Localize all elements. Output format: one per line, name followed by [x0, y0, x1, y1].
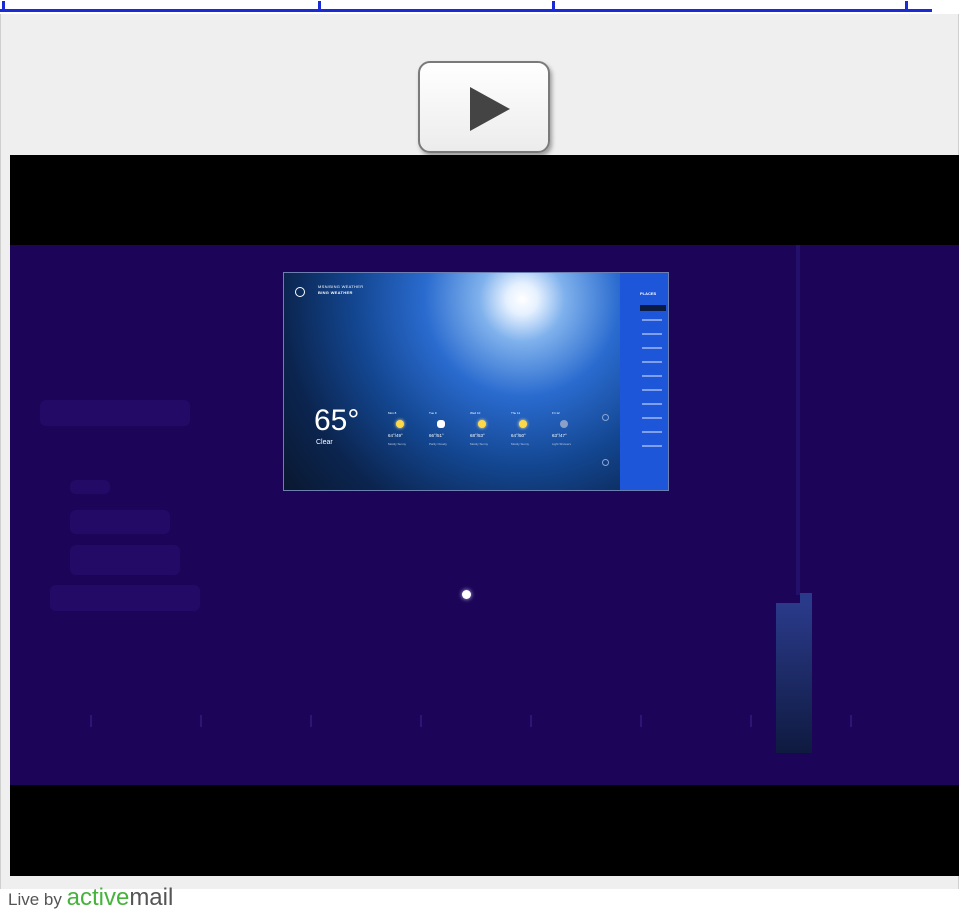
play-button[interactable] — [418, 61, 550, 153]
sun-icon — [478, 420, 486, 428]
forecast-day: Fri 12 63°/47° Light Showers — [552, 411, 588, 461]
weather-app-screenshot: MSN/BING WEATHER BING WEATHER 65° Clear … — [283, 272, 669, 491]
left-panel-blur — [40, 400, 190, 426]
sun-icon — [519, 420, 527, 428]
video-stage: MSN/BING WEATHER BING WEATHER 65° Clear … — [10, 245, 959, 785]
charms-item — [642, 417, 662, 419]
sun-icon — [396, 420, 404, 428]
places-charm-panel: PLACES — [620, 273, 668, 490]
forecast-day-label: Mon 8 — [388, 411, 397, 415]
forecast-range: 64°/50° — [511, 433, 526, 438]
attribution-prefix: Live by — [8, 890, 62, 909]
top-link-strip[interactable] — [0, 0, 959, 14]
forecast-day: Thu 11 64°/50° Mostly Sunny — [511, 411, 547, 461]
charms-item — [642, 333, 662, 335]
forecast-desc: Mostly Sunny — [511, 442, 530, 446]
background-column — [796, 245, 800, 595]
chevron-up-icon — [602, 414, 609, 421]
pointer-dot — [462, 590, 471, 599]
play-icon — [470, 87, 510, 131]
forecast-desc: Partly Cloudy — [429, 442, 447, 446]
left-panel-blur — [70, 545, 180, 575]
left-panel-blur — [70, 480, 110, 494]
rain-icon — [560, 420, 568, 428]
charms-item — [642, 319, 662, 321]
charms-item — [642, 445, 662, 447]
forecast-day-label: Thu 11 — [511, 411, 521, 415]
charms-item — [642, 389, 662, 391]
forecast-range: 63°/47° — [552, 433, 567, 438]
forecast-desc: Light Showers — [552, 442, 572, 446]
cloud-icon — [437, 420, 445, 428]
charms-item — [642, 375, 662, 377]
current-condition: Clear — [316, 439, 333, 446]
left-panel-blur — [70, 510, 170, 534]
charms-title: PLACES — [640, 291, 657, 296]
back-icon — [295, 287, 305, 297]
charms-item — [642, 361, 662, 363]
video-player[interactable]: MSN/BING WEATHER BING WEATHER 65° Clear … — [10, 155, 959, 876]
chevron-down-icon — [602, 459, 609, 466]
app-brand-line2: BING WEATHER — [318, 290, 353, 295]
attribution[interactable]: Live by activemail — [8, 884, 174, 911]
charms-item — [642, 347, 662, 349]
brand-mail: mail — [129, 884, 174, 911]
left-panel-blur — [50, 585, 200, 611]
charms-item — [642, 403, 662, 405]
forecast-range: 66°/51° — [429, 433, 444, 438]
forecast-day: Tue 9 66°/51° Partly Cloudy — [429, 411, 465, 461]
forecast-day-label: Tue 9 — [429, 411, 437, 415]
current-temperature: 65° — [314, 404, 360, 437]
page-link[interactable] — [0, 0, 932, 14]
background-bar — [776, 593, 812, 753]
charms-item — [642, 431, 662, 433]
forecast-range: 68°/53° — [470, 433, 485, 438]
app-brand-line1: MSN/BING WEATHER — [318, 284, 364, 289]
forecast-range: 64°/49° — [388, 433, 403, 438]
charms-selected-item — [640, 305, 666, 311]
forecast-day: Wed 10 68°/53° Mostly Sunny — [470, 411, 506, 461]
forecast-desc: Mostly Sunny — [388, 442, 407, 446]
forecast-day-label: Wed 10 — [470, 411, 481, 415]
forecast-desc: Mostly Sunny — [470, 442, 489, 446]
brand-active: active — [66, 884, 130, 911]
forecast-day-label: Fri 12 — [552, 411, 560, 415]
forecast-day: Mon 8 64°/49° Mostly Sunny — [388, 411, 424, 461]
background-ticks — [50, 715, 910, 729]
